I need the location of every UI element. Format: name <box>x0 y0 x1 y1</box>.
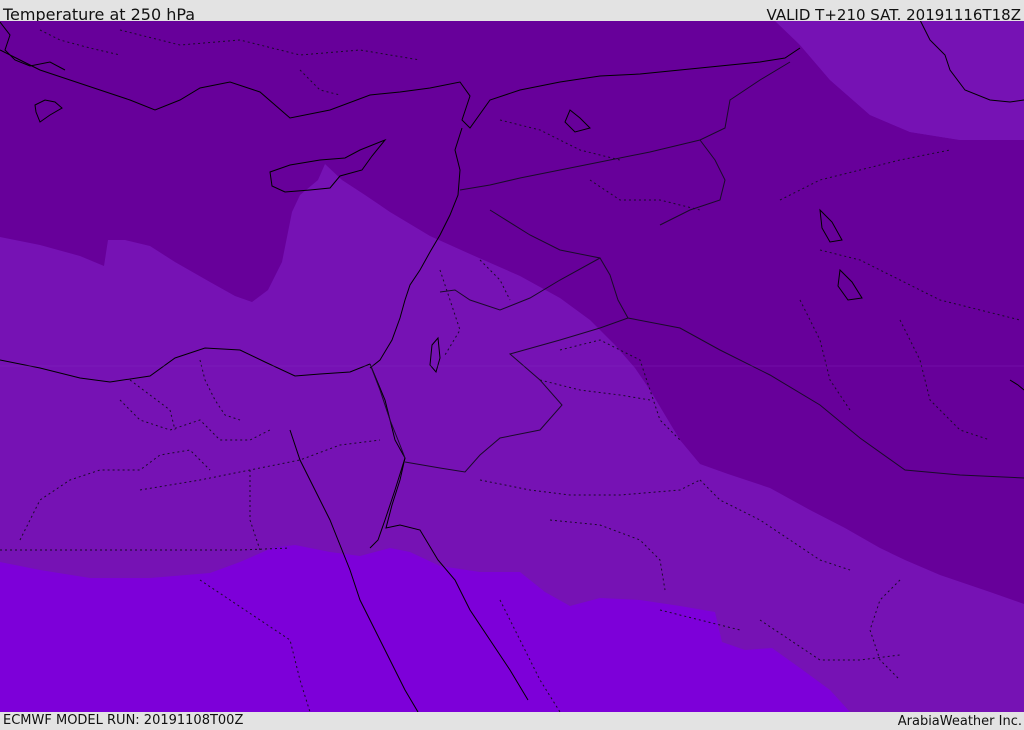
map-canvas <box>0 21 1024 712</box>
model-run-label: ECMWF MODEL RUN: 20191108T00Z <box>3 713 244 728</box>
footer-bar: ECMWF MODEL RUN: 20191108T00Z ArabiaWeat… <box>0 712 1024 729</box>
forecast-map[interactable] <box>0 21 1024 712</box>
header-bar: Temperature at 250 hPa VALID T+210 SAT. … <box>0 0 1024 24</box>
credit-label: ArabiaWeather Inc. <box>897 714 1022 729</box>
